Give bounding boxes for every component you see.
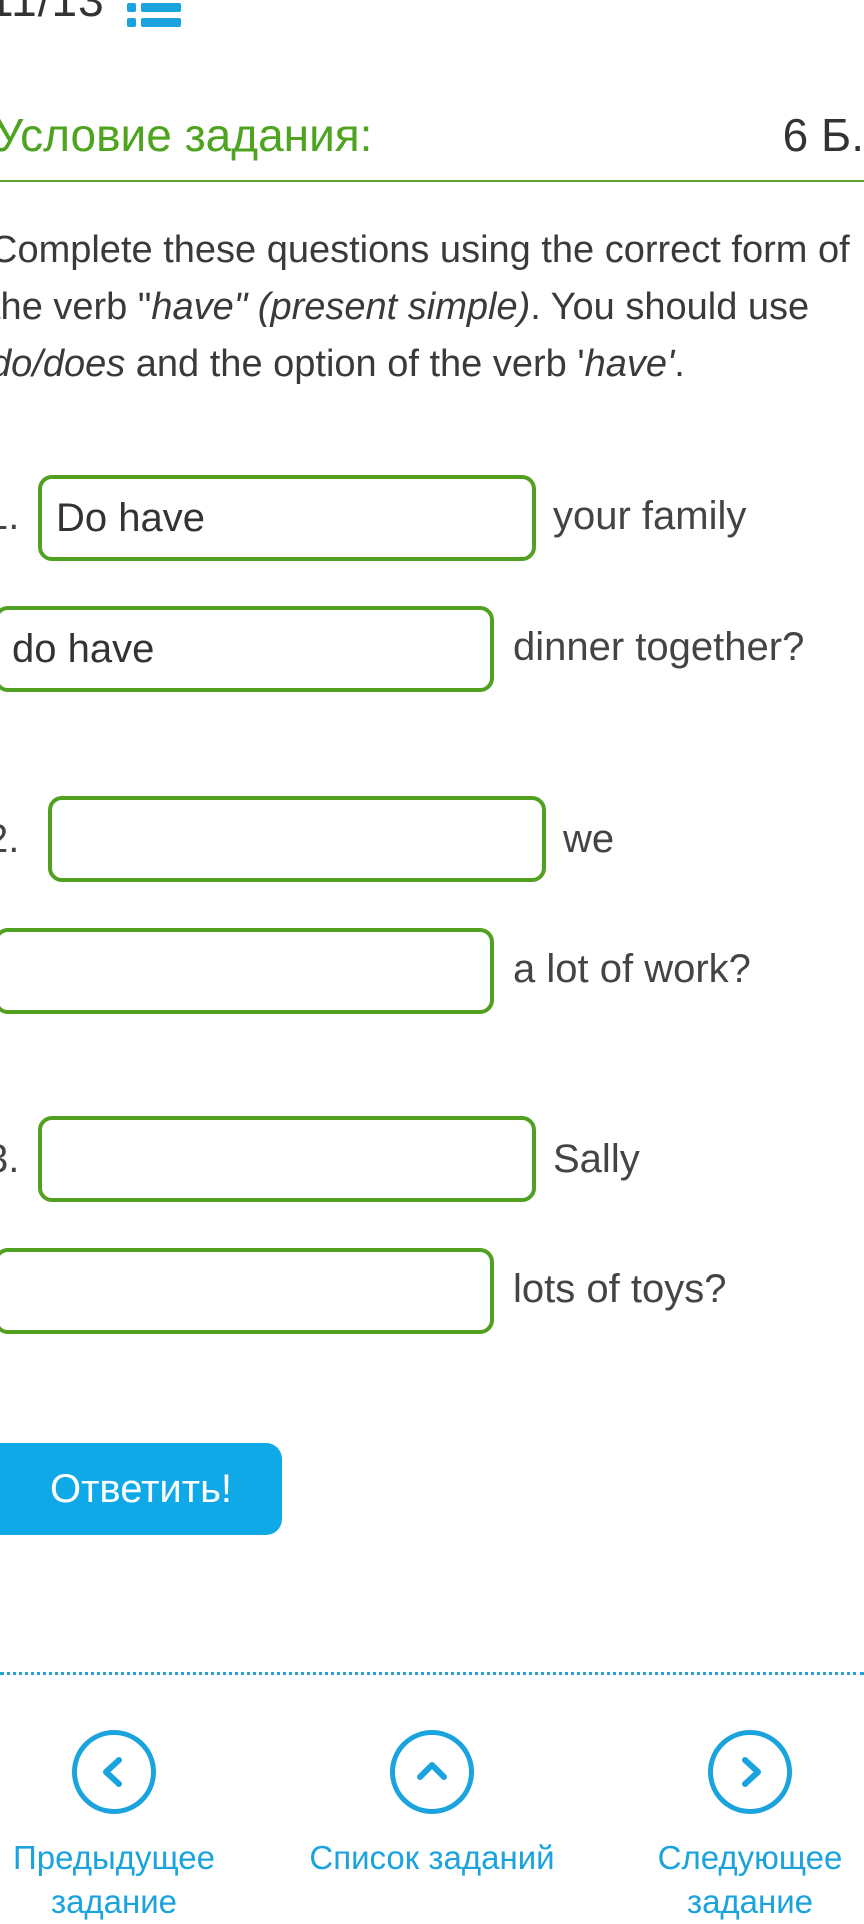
answer-input-2b[interactable] (0, 928, 494, 1014)
next-task-label-2: задание (686, 1883, 814, 1920)
chevron-up-icon (390, 1730, 474, 1814)
question-text: dinner together? (513, 625, 805, 669)
prev-task-button[interactable]: Предыдущее задание (0, 1730, 254, 1924)
question-text: Sally (553, 1137, 640, 1181)
question-text: a lot of work? (513, 947, 751, 991)
dotted-divider (0, 1672, 864, 1675)
question-text: we (563, 817, 615, 861)
task-counter-text: 11/13 (0, 0, 105, 26)
points-label: 6 Б. (782, 109, 864, 161)
submit-button[interactable]: Ответить! (0, 1443, 282, 1535)
chevron-left-icon (72, 1730, 156, 1814)
task-list-button[interactable]: Список заданий (292, 1730, 572, 1880)
question-text: lots of toys? (513, 1267, 727, 1311)
answer-input-1a[interactable] (38, 475, 536, 561)
list-icon[interactable] (126, 0, 181, 27)
question-number: 2. (0, 817, 20, 861)
chevron-right-icon (708, 1730, 792, 1814)
question-number: 3. (0, 1137, 20, 1181)
next-task-button[interactable]: Следующее задание (610, 1730, 864, 1924)
question-text: your family (553, 494, 747, 538)
section-title: Условие задания: (0, 109, 373, 161)
task-instructions: Complete these questions using the corre… (0, 229, 850, 385)
next-task-label: Следующее (657, 1839, 843, 1876)
prev-task-label-2: задание (50, 1883, 178, 1920)
question-number: 1. (0, 494, 20, 538)
task-counter: 11/13 (0, 0, 181, 30)
task-list-label: Список заданий (309, 1839, 555, 1876)
section-header: Условие задания: 6 Б. (0, 100, 864, 182)
answer-input-1b[interactable] (0, 606, 494, 692)
answer-input-2a[interactable] (48, 796, 546, 882)
prev-task-label: Предыдущее (13, 1839, 215, 1876)
answer-input-3b[interactable] (0, 1248, 494, 1334)
answer-input-3a[interactable] (38, 1116, 536, 1202)
